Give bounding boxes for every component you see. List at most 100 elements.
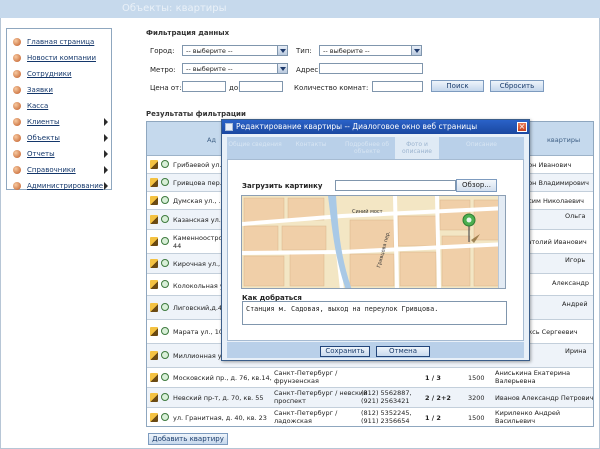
rooms-cell: 1 / 3 (425, 374, 441, 382)
attach-icon[interactable] (161, 160, 169, 168)
sidebar-item-requests[interactable]: Заявки (7, 81, 111, 97)
sidebar-item-home[interactable]: Главная страница (7, 33, 111, 49)
attach-icon[interactable] (161, 351, 169, 359)
city-select[interactable]: -- выберите -- (182, 45, 288, 56)
metro-select[interactable]: -- выберите -- (182, 63, 288, 74)
sidebar-item-label[interactable]: Администрирование (27, 182, 103, 190)
edit-icon[interactable] (150, 303, 158, 312)
bullet-icon (13, 86, 21, 94)
address-cell: Думская ул., ... (173, 197, 225, 205)
edit-icon[interactable] (150, 413, 158, 422)
rooms-input[interactable] (372, 81, 423, 92)
edit-icon[interactable] (150, 196, 158, 205)
agent-cell: Кириленко Андрей Васильевич (495, 409, 561, 425)
edit-icon[interactable] (150, 351, 158, 360)
file-path-input[interactable] (335, 180, 456, 191)
dialog-titlebar[interactable]: Редактирование квартиры -- Диалоговое ок… (222, 120, 529, 134)
row-actions (150, 274, 172, 295)
sidebar-item-label[interactable]: Новости компании (27, 54, 96, 62)
table-row[interactable]: ул. Гранитная, д. 40, кв. 23 Санкт-Петер… (147, 408, 593, 426)
edit-icon[interactable] (150, 393, 158, 402)
edit-icon[interactable] (150, 160, 158, 169)
bullet-icon (13, 134, 21, 142)
sidebar-item-admin[interactable]: Администрирование (7, 177, 111, 193)
sidebar-item-label[interactable]: Главная страница (27, 38, 94, 46)
edit-icon[interactable] (150, 178, 158, 187)
add-flat-button[interactable]: Добавить квартиру (148, 433, 228, 445)
sidebar-item-cash[interactable]: Касса (7, 97, 111, 113)
rooms-label: Количество комнат: (294, 84, 369, 92)
tab-contacts[interactable]: Контакты (283, 137, 339, 159)
address-cell: Грибаевой ул... (173, 161, 226, 169)
attach-icon[interactable] (161, 259, 169, 267)
row-actions (150, 192, 172, 209)
rooms-cell: 2 / 2+2 (425, 394, 451, 402)
edit-icon[interactable] (150, 237, 158, 246)
attach-icon[interactable] (161, 413, 169, 421)
bullet-icon (13, 182, 21, 190)
directions-textarea[interactable]: Станция м. Садовая, выход на переулок Гр… (242, 301, 507, 325)
attach-icon[interactable] (161, 215, 169, 223)
sidebar-item-label[interactable]: Сотрудники (27, 70, 72, 78)
address-input[interactable] (319, 63, 423, 74)
browse-button[interactable]: Обзор... (456, 179, 497, 192)
sidebar-item-news[interactable]: Новости компании (7, 49, 111, 65)
header-address: Ад (207, 136, 216, 144)
edit-icon[interactable] (150, 259, 158, 268)
tab-general[interactable]: Общие сведения (227, 137, 283, 159)
attach-icon[interactable] (161, 178, 169, 186)
sidebar-item-label[interactable]: Заявки (27, 86, 53, 94)
agent-cell: Ольга (565, 212, 586, 220)
edit-icon[interactable] (150, 280, 158, 289)
sidebar-item-label[interactable]: Касса (27, 102, 48, 110)
reset-button[interactable]: Сбросить (490, 80, 544, 92)
price-cell: 1500 (468, 414, 485, 422)
city-metro-cell: Санкт-Петербург / фрунзенская (274, 369, 338, 385)
sidebar-item-label[interactable]: Клиенты (27, 118, 59, 126)
sidebar-item-label[interactable]: Справочники (27, 166, 76, 174)
attach-icon[interactable] (161, 393, 169, 401)
address-cell: Лиговский,д.40 (173, 304, 227, 312)
close-icon[interactable]: × (517, 122, 527, 132)
attach-icon[interactable] (161, 280, 169, 288)
tab-details[interactable]: Подробнее об объекте (339, 137, 395, 159)
type-select[interactable]: -- выберите -- (319, 45, 422, 56)
attach-icon[interactable] (161, 237, 169, 245)
sidebar-item-clients[interactable]: Клиенты (7, 113, 111, 129)
attach-icon[interactable] (161, 196, 169, 204)
price-from-input[interactable] (182, 81, 226, 92)
map-scrollbar[interactable] (498, 196, 505, 288)
price-to-input[interactable] (239, 81, 283, 92)
tab-description[interactable]: Описание (439, 137, 524, 159)
chevron-down-icon (411, 46, 421, 55)
submenu-arrow-icon (104, 166, 108, 174)
map-image: Синий мост Гривцова пер. (242, 196, 505, 288)
cancel-button[interactable]: Отмена (376, 346, 430, 357)
type-label: Тип: (296, 47, 312, 55)
bullet-icon (13, 70, 21, 78)
save-button[interactable]: Сохранить (320, 346, 370, 357)
table-row[interactable]: Московский пр., д. 76, кв.14, Санкт-Пете… (147, 368, 593, 388)
sidebar-item-objects[interactable]: Объекты (7, 129, 111, 145)
sidebar-item-label[interactable]: Отчеты (27, 150, 55, 158)
sidebar-item-reports[interactable]: Отчеты (7, 145, 111, 161)
sidebar-item-staff[interactable]: Сотрудники (7, 65, 111, 81)
sidebar-item-directories[interactable]: Справочники (7, 161, 111, 177)
edit-icon[interactable] (150, 373, 158, 382)
header-flat: квартиры (547, 136, 581, 144)
tab-photo[interactable]: Фото и описание (395, 137, 439, 159)
row-actions (150, 156, 172, 173)
metro-select-value: -- выберите -- (186, 65, 233, 73)
sidebar-item-label[interactable]: Объекты (27, 134, 60, 142)
phone-cell: (812) 5352245, (911) 2356654 (361, 409, 412, 425)
edit-icon[interactable] (150, 327, 158, 336)
edit-icon[interactable] (150, 215, 158, 224)
map-view[interactable]: Синий мост Гривцова пер. (241, 195, 506, 289)
attach-icon[interactable] (161, 303, 169, 311)
bullet-icon (13, 102, 21, 110)
table-row[interactable]: Невский пр-т, д. 70, кв. 55 Санкт-Петерб… (147, 388, 593, 408)
search-button[interactable]: Поиск (431, 80, 484, 92)
attach-icon[interactable] (161, 327, 169, 335)
page-title: Объекты: квартиры (122, 3, 227, 14)
attach-icon[interactable] (161, 373, 169, 381)
